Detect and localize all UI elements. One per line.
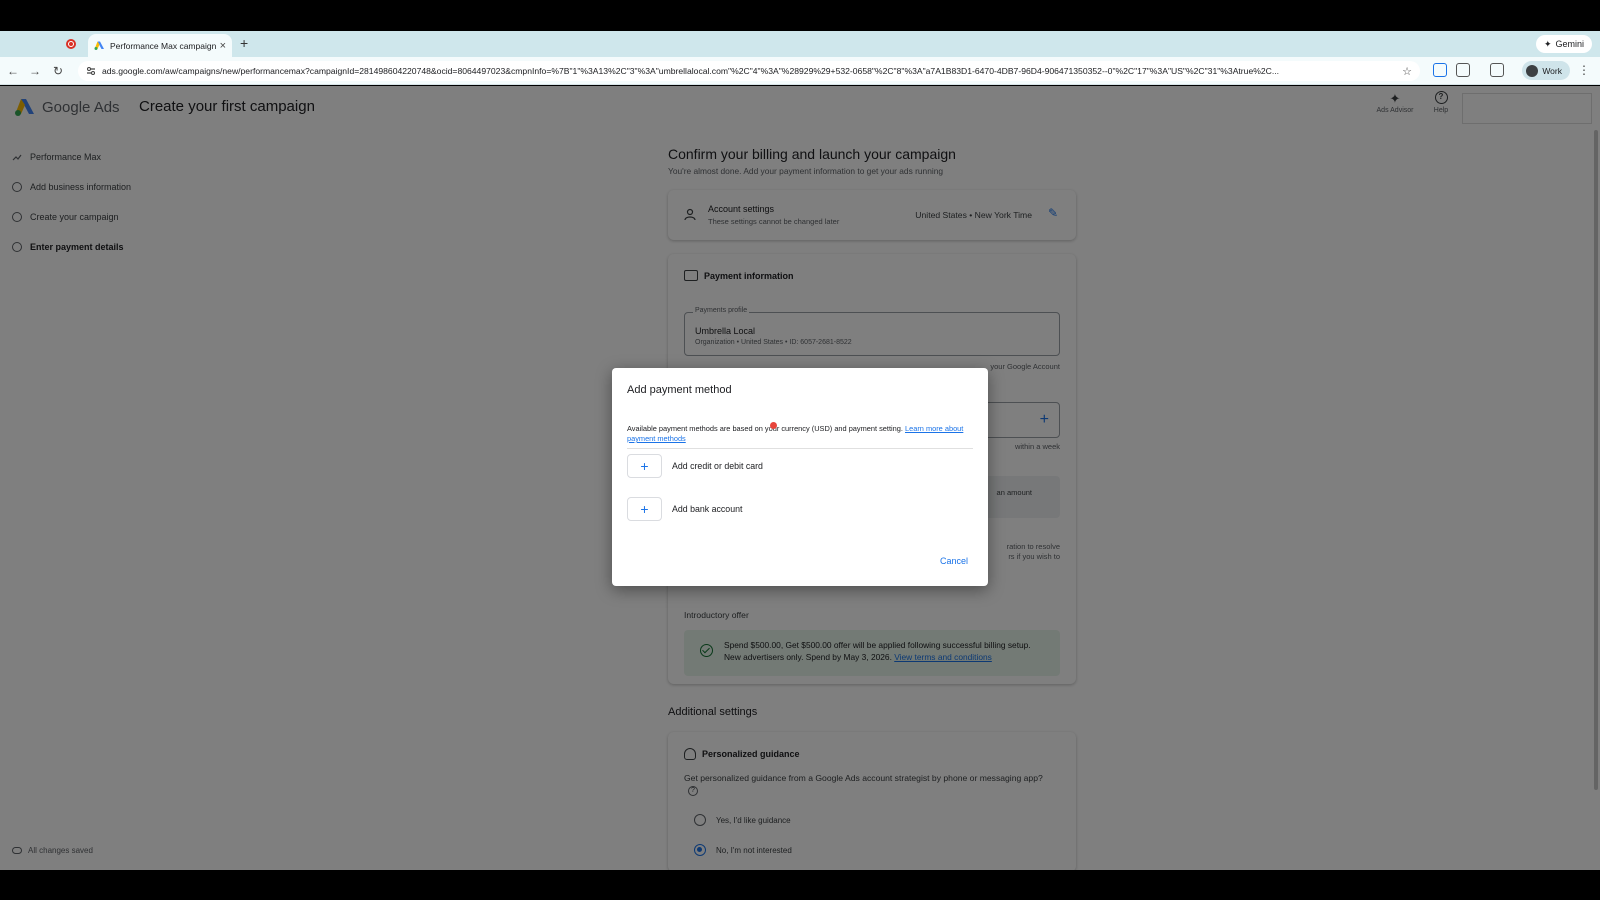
dialog-info-text: Available payment methods are based on y…	[627, 424, 903, 433]
reload-icon[interactable]: ↻	[51, 64, 65, 78]
add-payment-method-dialog: Add payment method Available payment met…	[612, 368, 988, 586]
extension-icon[interactable]	[1433, 63, 1447, 77]
recording-indicator-icon	[66, 39, 76, 49]
forward-arrow-icon[interactable]: →	[28, 64, 42, 78]
url-text: ads.google.com/aw/campaigns/new/performa…	[102, 66, 1280, 76]
site-settings-icon[interactable]	[86, 66, 96, 76]
extensions-puzzle-icon[interactable]	[1456, 63, 1470, 77]
profile-button[interactable]: Work	[1522, 61, 1570, 80]
screen: Performance Max campaign - × + ✦ Gemini …	[0, 0, 1600, 900]
add-bank-option[interactable]: + Add bank account	[627, 497, 742, 521]
add-card-option[interactable]: + Add credit or debit card	[627, 454, 763, 478]
gemini-sparkle-icon: ✦	[1543, 38, 1552, 49]
browser-menu-icon[interactable]: ⋮	[1578, 63, 1590, 77]
add-bank-label: Add bank account	[672, 504, 743, 514]
profile-label: Work	[1542, 65, 1562, 76]
address-bar[interactable]: ads.google.com/aw/campaigns/new/performa…	[78, 61, 1420, 81]
gemini-button[interactable]: ✦ Gemini	[1535, 35, 1592, 53]
dialog-info: Available payment methods are based on y…	[627, 424, 973, 444]
browser-toolbar: ← → ↻ ads.google.com/aw/campaigns/new/pe…	[0, 57, 1600, 85]
dialog-divider	[627, 448, 973, 449]
tab-close-icon[interactable]: ×	[220, 40, 226, 52]
new-tab-icon[interactable]: +	[240, 35, 248, 51]
add-plus-icon[interactable]: +	[627, 497, 662, 521]
cancel-button[interactable]: Cancel	[940, 556, 968, 566]
tab-title: Performance Max campaign -	[110, 40, 216, 51]
mouse-cursor-indicator	[770, 422, 777, 429]
side-panel-icon[interactable]	[1490, 63, 1504, 77]
browser-tabstrip: Performance Max campaign - × + ✦ Gemini	[0, 31, 1600, 57]
add-plus-icon[interactable]: +	[627, 454, 662, 478]
bottom-letterbox	[0, 870, 1600, 900]
google-ads-favicon-icon	[94, 40, 105, 51]
browser-tab-active[interactable]: Performance Max campaign - ×	[88, 34, 232, 57]
profile-avatar-icon	[1526, 64, 1539, 77]
bookmark-star-icon[interactable]: ☆	[1402, 65, 1412, 78]
add-card-label: Add credit or debit card	[672, 461, 763, 471]
gemini-label: Gemini	[1555, 39, 1584, 49]
back-arrow-icon[interactable]: ←	[6, 64, 20, 78]
dialog-title: Add payment method	[627, 384, 732, 396]
